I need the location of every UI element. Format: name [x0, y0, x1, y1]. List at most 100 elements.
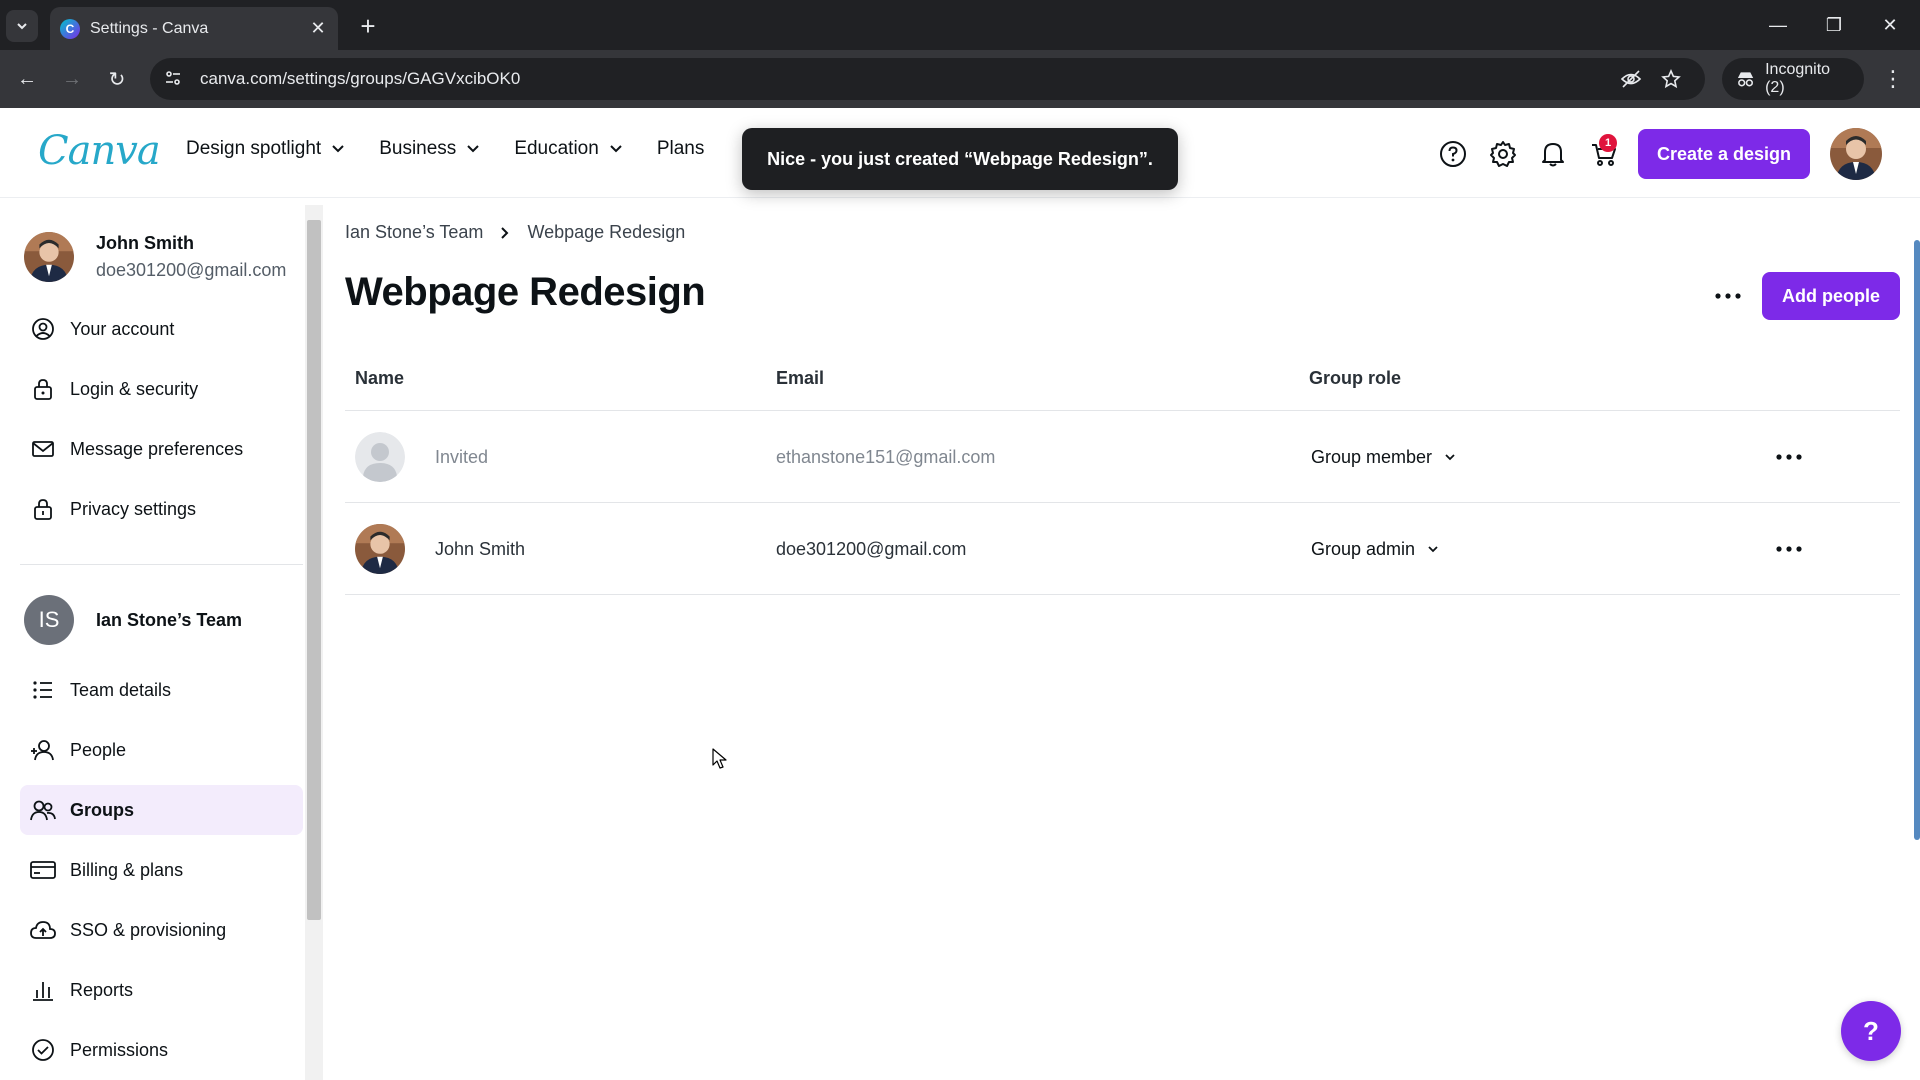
column-header-group-role: Group role — [1309, 368, 1402, 388]
chevron-down-icon — [17, 23, 27, 30]
sidebar-team: IS Ian Stone’s Team — [24, 595, 242, 645]
new-tab-button[interactable]: + — [352, 10, 384, 42]
eye-off-icon[interactable] — [1611, 70, 1651, 88]
sidebar-item-groups[interactable]: Groups — [20, 785, 303, 835]
tab-close-icon[interactable]: ✕ — [308, 18, 328, 39]
reload-icon[interactable]: ↻ — [100, 62, 134, 96]
tab-search-button[interactable] — [6, 10, 38, 42]
add-people-button[interactable]: Add people — [1762, 272, 1900, 320]
bookmark-star-icon[interactable] — [1651, 69, 1691, 89]
groups-icon — [30, 797, 56, 823]
role-dropdown[interactable]: Group member — [1311, 411, 1456, 503]
sidebar-item-reports[interactable]: Reports — [20, 965, 303, 1015]
canva-logo[interactable]: Canva — [38, 128, 161, 174]
chevron-right-icon — [501, 226, 509, 239]
team-avatar: IS — [24, 595, 74, 645]
sidebar-scrollbar-thumb[interactable] — [307, 220, 321, 920]
restore-icon[interactable]: ❐ — [1806, 0, 1862, 50]
help-icon[interactable] — [1437, 138, 1469, 170]
sidebar-item-people[interactable]: People — [20, 725, 303, 775]
chevron-down-icon — [332, 145, 344, 153]
settings-gear-icon[interactable] — [1487, 138, 1519, 170]
back-icon[interactable]: ← — [10, 62, 44, 96]
sidebar-item-login-security[interactable]: Login & security — [20, 364, 303, 414]
sidebar-item-label: Privacy settings — [70, 498, 197, 519]
column-header-email: Email — [776, 368, 825, 388]
column-header-name: Name — [355, 368, 405, 388]
browser-tabstrip: C Settings - Canva ✕ + — ❐ ✕ — [0, 0, 1920, 50]
people-icon — [30, 737, 56, 763]
cloud-icon — [30, 917, 56, 943]
tab-title: Settings - Canva — [90, 19, 209, 37]
top-nav: Design spotlight Business Education Plan… — [186, 138, 704, 160]
team-name: Ian Stone’s Team — [96, 609, 243, 630]
member-name-cell: John Smith — [355, 503, 525, 595]
sidebar-item-message-preferences[interactable]: Message preferences — [20, 424, 303, 474]
sidebar-divider — [20, 564, 303, 565]
list-icon — [30, 677, 56, 703]
more-horizontal-icon — [1715, 293, 1741, 299]
nav-design-spotlight[interactable]: Design spotlight — [186, 138, 345, 160]
bell-icon[interactable] — [1537, 138, 1569, 170]
chevron-down-icon — [1445, 454, 1455, 461]
forward-icon[interactable]: → — [55, 62, 89, 96]
nav-education[interactable]: Education — [514, 138, 623, 160]
url-text[interactable]: canva.com/settings/groups/GAGVxcibOK0 — [200, 69, 1611, 89]
sidebar-item-your-account[interactable]: Your account — [20, 304, 303, 354]
privacy-lock-icon — [30, 496, 56, 522]
sidebar-item-label: Team details — [70, 679, 172, 700]
sidebar-item-label: Permissions — [70, 1039, 169, 1060]
more-horizontal-icon — [1776, 454, 1802, 460]
member-name: Invited — [435, 446, 489, 467]
browser-menu-icon[interactable]: ⋮ — [1876, 62, 1910, 96]
sidebar-item-label: Your account — [70, 318, 175, 339]
incognito-icon — [1737, 72, 1754, 87]
profile-name: John Smith — [96, 233, 194, 253]
breadcrumb-team-link[interactable]: Ian Stone’s Team — [345, 222, 483, 243]
table-row: Invited ethanstone151@gmail.com Group me… — [345, 411, 1900, 503]
create-design-button[interactable]: Create a design — [1638, 129, 1810, 179]
role-dropdown[interactable]: Group admin — [1311, 503, 1439, 595]
mouse-cursor-icon — [712, 748, 728, 775]
more-horizontal-icon — [1776, 546, 1802, 552]
cart-count-badge: 1 — [1599, 134, 1617, 152]
help-fab-button[interactable]: ? — [1841, 1001, 1901, 1061]
window-close-icon[interactable]: ✕ — [1862, 0, 1918, 50]
canva-favicon-icon: C — [60, 18, 80, 39]
sidebar-item-label: Billing & plans — [70, 859, 184, 880]
sidebar-item-privacy-settings[interactable]: Privacy settings — [20, 484, 303, 534]
nav-plans[interactable]: Plans — [657, 138, 705, 160]
group-more-options-button[interactable] — [1708, 278, 1748, 314]
sidebar-item-label: People — [70, 739, 127, 760]
browser-tab[interactable]: C Settings - Canva ✕ — [50, 7, 338, 50]
sidebar-item-label: Login & security — [70, 378, 199, 399]
sidebar-item-team-details[interactable]: Team details — [20, 665, 303, 715]
main-scrollbar[interactable] — [1914, 240, 1920, 840]
row-more-options-button[interactable] — [1769, 531, 1809, 567]
avatar-placeholder — [355, 432, 405, 482]
row-more-options-button[interactable] — [1769, 439, 1809, 475]
member-email: doe301200@gmail.com — [776, 538, 967, 559]
minimize-icon[interactable]: — — [1750, 0, 1806, 50]
address-bar[interactable]: canva.com/settings/groups/GAGVxcibOK0 — [150, 58, 1705, 100]
sidebar-item-billing-plans[interactable]: Billing & plans — [20, 845, 303, 895]
member-email: ethanstone151@gmail.com — [776, 446, 996, 467]
sidebar-item-permissions[interactable]: Permissions — [20, 1025, 303, 1075]
sidebar-profile: John Smith doe301200@gmail.com — [24, 232, 286, 282]
profile-email: doe301200@gmail.com — [96, 260, 287, 280]
sidebar-item-label: Message preferences — [70, 438, 244, 459]
avatar — [24, 232, 74, 282]
sidebar-item-label: Groups — [70, 799, 135, 820]
site-info-icon[interactable] — [164, 69, 190, 90]
chevron-down-icon — [610, 145, 622, 153]
table-row: John Smith doe301200@gmail.com Group adm… — [345, 503, 1900, 595]
avatar — [355, 524, 405, 574]
sidebar-item-label: Reports — [70, 979, 134, 1000]
bar-chart-icon — [30, 977, 56, 1003]
incognito-indicator[interactable]: Incognito (2) — [1722, 58, 1864, 100]
breadcrumb: Ian Stone’s Team Webpage Redesign — [345, 222, 685, 243]
nav-business[interactable]: Business — [379, 138, 480, 160]
member-name: John Smith — [435, 538, 526, 559]
sidebar-item-sso-provisioning[interactable]: SSO & provisioning — [20, 905, 303, 955]
header-avatar[interactable] — [1830, 128, 1882, 180]
